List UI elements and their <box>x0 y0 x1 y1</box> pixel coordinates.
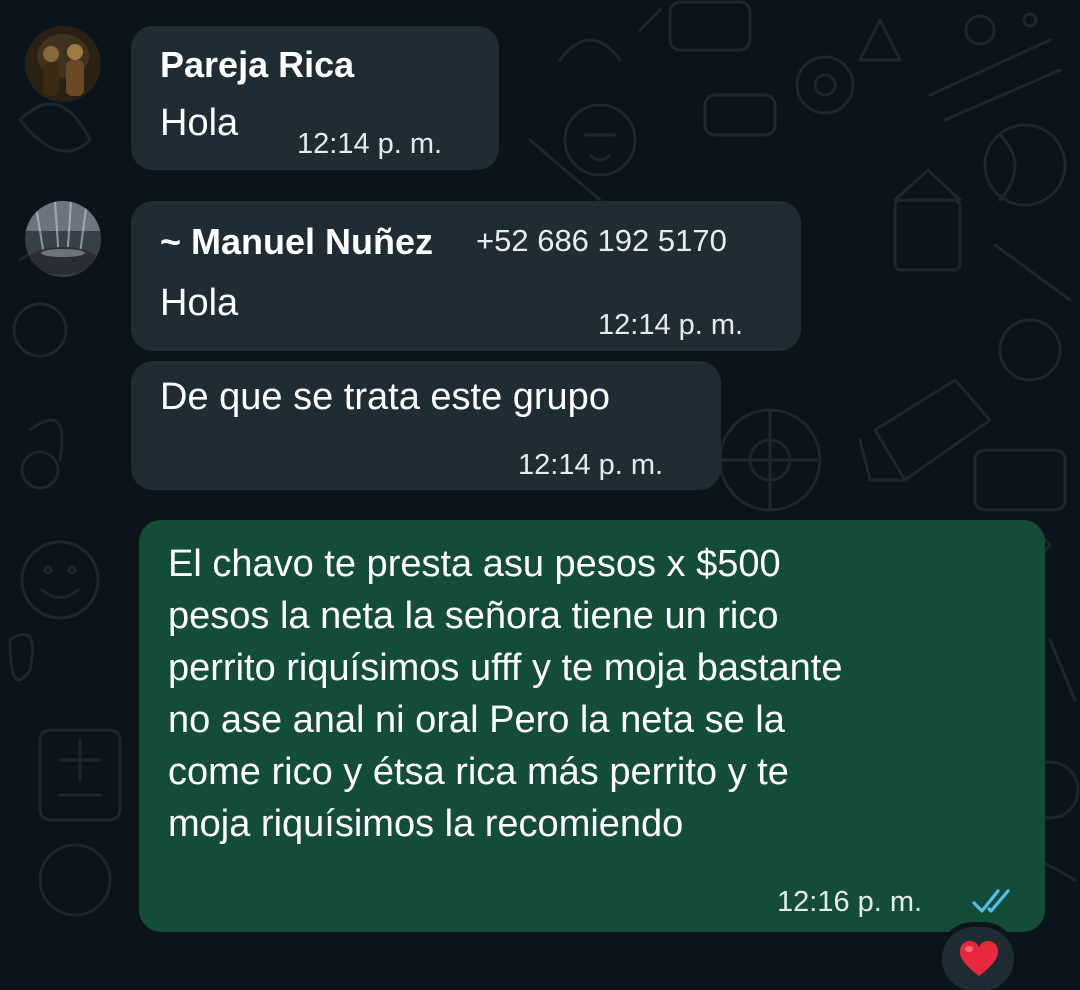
message-text: Hola <box>160 282 239 324</box>
message-line: perrito riquísimos ufff y te moja bastan… <box>168 647 843 689</box>
message-time: 12:14 p. m. <box>598 309 744 341</box>
message-line: moja riquísimos la recomiendo <box>168 803 684 845</box>
message-text: Hola <box>160 102 239 144</box>
message-line: no ase anal ni oral Pero la neta se la <box>168 699 785 741</box>
message-bubble[interactable]: Pareja Rica Hola 12:14 p. m. <box>131 26 499 170</box>
sender-name[interactable]: ~ Manuel Nuñez <box>160 221 433 263</box>
outgoing-message-bubble[interactable]: El chavo te presta asu pesos x $500 peso… <box>139 520 1045 932</box>
sender-avatar[interactable] <box>25 26 101 102</box>
message-line: El chavo te presta asu pesos x $500 <box>168 543 781 585</box>
message-time: 12:14 p. m. <box>518 449 664 481</box>
message-reaction[interactable] <box>937 922 1019 990</box>
message-bubble[interactable]: ~ Manuel Nuñez +52 686 192 5170 Hola 12:… <box>131 201 801 351</box>
sender-name[interactable]: Pareja Rica <box>160 44 354 86</box>
sender-avatar[interactable] <box>25 201 101 277</box>
message-time: 12:16 p. m. <box>777 886 923 918</box>
double-check-read-icon <box>972 889 1010 913</box>
message-bubble[interactable]: De que se trata este grupo 12:14 p. m. <box>131 361 721 490</box>
chat-conversation: Pareja Rica Hola 12:14 p. m. ~ Manuel Nu… <box>0 0 1080 990</box>
red-heart-icon <box>960 941 998 976</box>
message-line: pesos la neta la señora tiene un rico <box>168 595 779 637</box>
message-time: 12:14 p. m. <box>297 128 443 160</box>
sender-phone[interactable]: +52 686 192 5170 <box>476 223 727 259</box>
message-text: De que se trata este grupo <box>160 376 610 418</box>
message-line: come rico y étsa rica más perrito y te <box>168 751 789 793</box>
